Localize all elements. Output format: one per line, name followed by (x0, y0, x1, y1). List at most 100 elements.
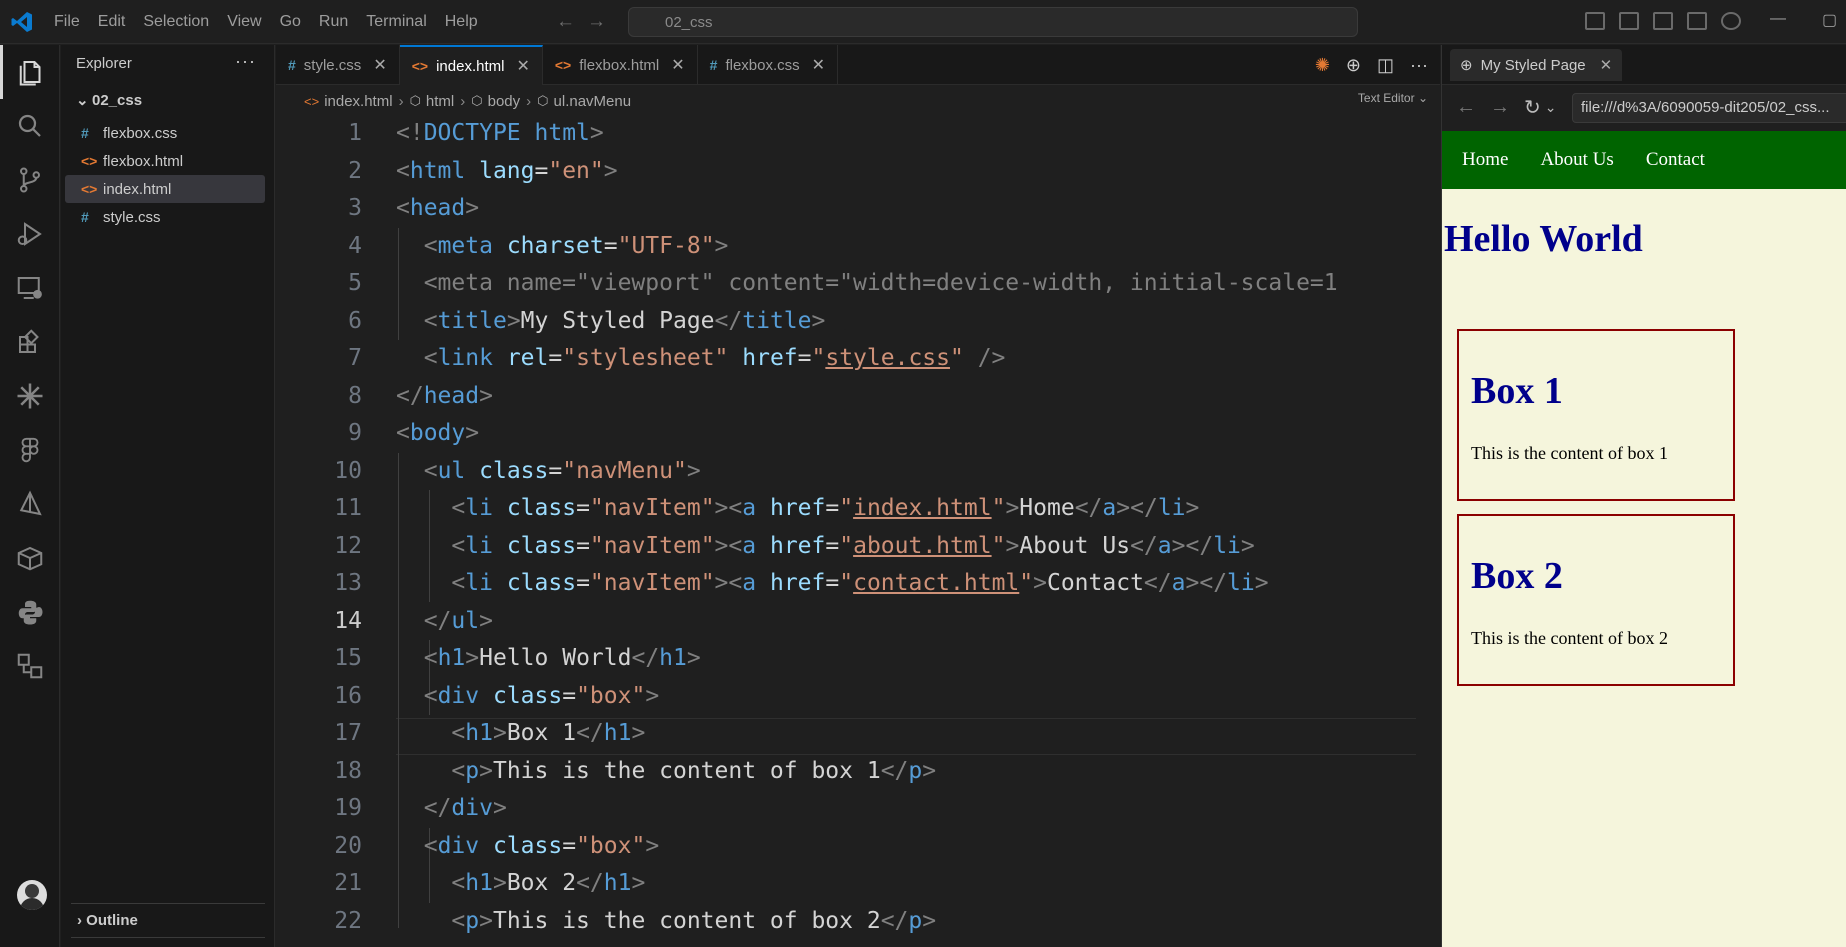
forward-arrow-icon[interactable]: → (587, 11, 606, 33)
tab-flexbox-html[interactable]: <> flexbox.html ✕ (543, 45, 698, 85)
back-arrow-icon[interactable]: ← (1456, 96, 1476, 119)
close-icon[interactable]: ✕ (671, 55, 684, 75)
more-actions-icon[interactable]: ··· (235, 51, 256, 72)
code-line[interactable]: 2 <html lang="en"> (276, 153, 1416, 191)
menu-terminal[interactable]: Terminal (366, 13, 426, 31)
code-line[interactable]: 3 <head> (276, 190, 1416, 228)
ai-assistant-activity[interactable] (0, 369, 60, 423)
run-debug-activity[interactable] (0, 207, 60, 261)
outline-section[interactable]: › Outline (71, 903, 265, 929)
breadcrumb-item[interactable]: html (426, 93, 454, 110)
close-icon[interactable]: ✕ (373, 55, 386, 75)
toggle-secondary-sidebar-icon[interactable] (1687, 12, 1707, 30)
more-actions-icon[interactable]: ··· (1410, 55, 1428, 76)
line-number: 4 (348, 232, 362, 259)
menu-file[interactable]: File (54, 13, 80, 31)
maximize-icon[interactable]: ▢ (1822, 10, 1837, 30)
code-line[interactable]: 8 </head> (276, 378, 1416, 416)
command-center[interactable]: 02_css (628, 7, 1358, 37)
code-line[interactable]: 22 <p>This is the content of box 2</p> (276, 903, 1416, 941)
globe-icon[interactable]: ⊕ (1346, 55, 1361, 76)
python-activity[interactable] (0, 585, 60, 639)
nav-link-contact[interactable]: Contact (1646, 149, 1705, 171)
reload-icon[interactable]: ↻ (1524, 95, 1541, 120)
close-icon[interactable]: ✕ (1600, 56, 1613, 74)
menu-go[interactable]: Go (280, 13, 301, 31)
nav-link-about[interactable]: About Us (1540, 149, 1613, 171)
deploy-activity[interactable] (0, 477, 60, 531)
code-text: <link rel="stylesheet" href="style.css" … (423, 345, 1006, 371)
menu-edit[interactable]: Edit (98, 13, 126, 31)
back-arrow-icon[interactable]: ← (556, 11, 575, 33)
minimize-icon[interactable]: — (1770, 10, 1786, 30)
split-editor-icon[interactable]: ◫ (1377, 55, 1394, 76)
tab-style-css[interactable]: # style.css ✕ (276, 45, 400, 85)
close-icon[interactable]: ✕ (812, 55, 825, 75)
code-line[interactable]: 13 <li class="navItem"><a href="contact.… (276, 565, 1416, 603)
line-number: 20 (334, 832, 362, 859)
menu-view[interactable]: View (227, 13, 261, 31)
breadcrumb-item[interactable]: body (488, 93, 521, 110)
account-avatar[interactable] (17, 880, 47, 910)
explorer-activity[interactable] (0, 45, 60, 99)
tab-flexbox-css[interactable]: # flexbox.css ✕ (698, 45, 839, 85)
close-icon[interactable]: ✕ (516, 56, 529, 76)
sparkle-icon[interactable]: ✺ (1315, 55, 1330, 76)
code-line[interactable]: 16 <div class="box"> (276, 678, 1416, 716)
code-line[interactable]: 4 <meta charset="UTF-8"> (276, 228, 1416, 266)
file-item-flexbox-css[interactable]: # flexbox.css (65, 119, 265, 147)
vscode-logo-icon[interactable] (9, 10, 35, 34)
layout-controls (1585, 12, 1741, 30)
code-line[interactable]: 5 <meta name="viewport" content="width=d… (276, 265, 1416, 303)
sparkle-icon (17, 383, 43, 409)
toggle-panel-icon[interactable] (1653, 12, 1673, 30)
preview-tab[interactable]: ⊕ My Styled Page ✕ (1450, 49, 1623, 81)
remote-explorer-activity[interactable] (0, 261, 60, 315)
customize-layout-icon[interactable] (1585, 12, 1605, 30)
file-item-style-css[interactable]: # style.css (65, 203, 265, 231)
extensions-activity[interactable] (0, 315, 60, 369)
code-line[interactable]: 10 <ul class="navMenu"> (276, 453, 1416, 491)
source-control-activity[interactable] (0, 153, 60, 207)
breadcrumb-item[interactable]: index.html (324, 93, 392, 110)
folder-02-css[interactable]: ⌄ 02_css (76, 91, 142, 109)
menu-help[interactable]: Help (445, 13, 478, 31)
code-text: <li class="navItem"><a href="about.html"… (451, 532, 1255, 559)
code-line[interactable]: 6 <title>My Styled Page</title> (276, 303, 1416, 341)
containers-activity[interactable] (0, 531, 60, 585)
remote-activity[interactable] (0, 639, 60, 693)
outline-label: Outline (86, 912, 138, 929)
globe-icon[interactable] (1721, 12, 1741, 30)
file-item-index-html[interactable]: <> index.html (65, 175, 265, 203)
code-line[interactable]: 19 </div> (276, 790, 1416, 828)
toggle-sidebar-icon[interactable] (1619, 12, 1639, 30)
menu-selection[interactable]: Selection (143, 13, 209, 31)
code-line[interactable]: 1 <!DOCTYPE html> (276, 115, 1416, 153)
chevron-down-icon[interactable]: ⌄ (1545, 99, 1557, 116)
line-number: 1 (348, 120, 362, 146)
code-line[interactable]: 9 <body> (276, 415, 1416, 453)
figma-activity[interactable] (0, 423, 60, 477)
nav-link-home[interactable]: Home (1462, 149, 1508, 171)
menu-run[interactable]: Run (319, 13, 348, 31)
code-line[interactable]: 21 <h1>Box 2</h1> (276, 865, 1416, 903)
code-area[interactable]: 1 <!DOCTYPE html> 2 <html lang="en"> 3 <head>… (276, 115, 1416, 940)
editor-mode-label[interactable]: Text Editor ⌄ (1358, 91, 1428, 105)
tab-index-html[interactable]: <> index.html ✕ (399, 45, 543, 85)
code-line[interactable]: 11 <li class="navItem"><a href="index.ht… (276, 490, 1416, 528)
code-line[interactable]: 18 <p>This is the content of box 1</p> (276, 753, 1416, 791)
code-line[interactable]: 20 <div class="box"> (276, 828, 1416, 866)
forward-arrow-icon[interactable]: → (1490, 96, 1510, 119)
code-line[interactable]: 14 </ul> (276, 603, 1416, 641)
remote-explorer-icon (17, 277, 42, 299)
preview-tab-title: My Styled Page (1480, 56, 1586, 74)
explorer-sidebar: Explorer ··· ⌄ 02_css # flexbox.css <> flex… (61, 45, 275, 947)
code-line[interactable]: 12 <li class="navItem"><a href="about.ht… (276, 528, 1416, 566)
code-line[interactable]: 7 <link rel="stylesheet" href="style.css… (276, 340, 1416, 378)
file-item-flexbox-html[interactable]: <> flexbox.html (65, 147, 265, 175)
code-line[interactable]: 15 <h1>Hello World</h1> (276, 640, 1416, 678)
search-activity[interactable] (0, 99, 60, 153)
preview-url-field[interactable]: file:///d%3A/6090059-dit205/02_css... (1572, 93, 1846, 123)
breadcrumb-item[interactable]: ul.navMenu (554, 93, 632, 110)
code-line[interactable]: 17 <h1>Box 1</h1> (276, 715, 1416, 753)
